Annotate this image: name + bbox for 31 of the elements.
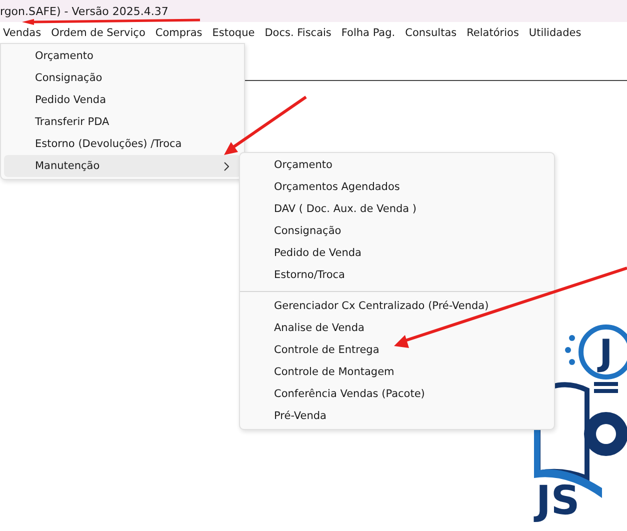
logo-wordmark: JS: [536, 478, 580, 524]
menu-bar-item[interactable]: Docs. Fiscais: [264, 27, 340, 39]
menu-item[interactable]: Analise de Venda: [243, 317, 551, 339]
menu-item[interactable]: Transferir PDA: [4, 111, 241, 133]
menu-bar-item[interactable]: Estoque: [211, 27, 264, 39]
menu-bar-item[interactable]: Ordem de Serviço: [50, 27, 154, 39]
menu-item[interactable]: Estorno/Troca: [243, 264, 551, 286]
menu-item[interactable]: Controle de Montagem: [243, 361, 551, 383]
menu-item[interactable]: Orçamento: [243, 154, 551, 176]
menu-item[interactable]: Pré-Venda: [243, 405, 551, 427]
menu-bar-item[interactable]: Folha Pag.: [340, 27, 404, 39]
menu-item[interactable]: Consignação: [243, 220, 551, 242]
logo-letter: J: [599, 333, 613, 374]
menu-bar-item[interactable]: Compras: [154, 27, 212, 39]
menu-bar-item[interactable]: Consultas: [404, 27, 466, 39]
menu-item[interactable]: DAV ( Doc. Aux. de Venda ): [243, 198, 551, 220]
menu-bar-item[interactable]: Relatórios: [466, 27, 528, 39]
menu-item[interactable]: Pedido de Venda: [243, 242, 551, 264]
menu-item[interactable]: Orçamentos Agendados: [243, 176, 551, 198]
window-title: rgon.SAFE) - Versão 2025.4.37: [0, 4, 168, 18]
menu-item[interactable]: Estorno (Devoluções) /Troca: [4, 133, 241, 155]
menu-item[interactable]: Consignação: [4, 67, 241, 89]
submenu-item[interactable]: Manutenção: [4, 155, 241, 177]
menu-item[interactable]: Controle de Entrega: [243, 339, 551, 361]
menu-bar-item[interactable]: Utilidades: [528, 27, 590, 39]
menu-item[interactable]: Gerenciador Cx Centralizado (Pré-Venda): [243, 295, 551, 317]
chevron-right-icon: [224, 162, 229, 170]
menu-item[interactable]: Pedido Venda: [4, 89, 241, 111]
menu-item[interactable]: Conferência Vendas (Pacote): [243, 383, 551, 405]
menu-bar-item[interactable]: Vendas: [2, 27, 50, 39]
menu-item[interactable]: Orçamento: [4, 45, 241, 67]
